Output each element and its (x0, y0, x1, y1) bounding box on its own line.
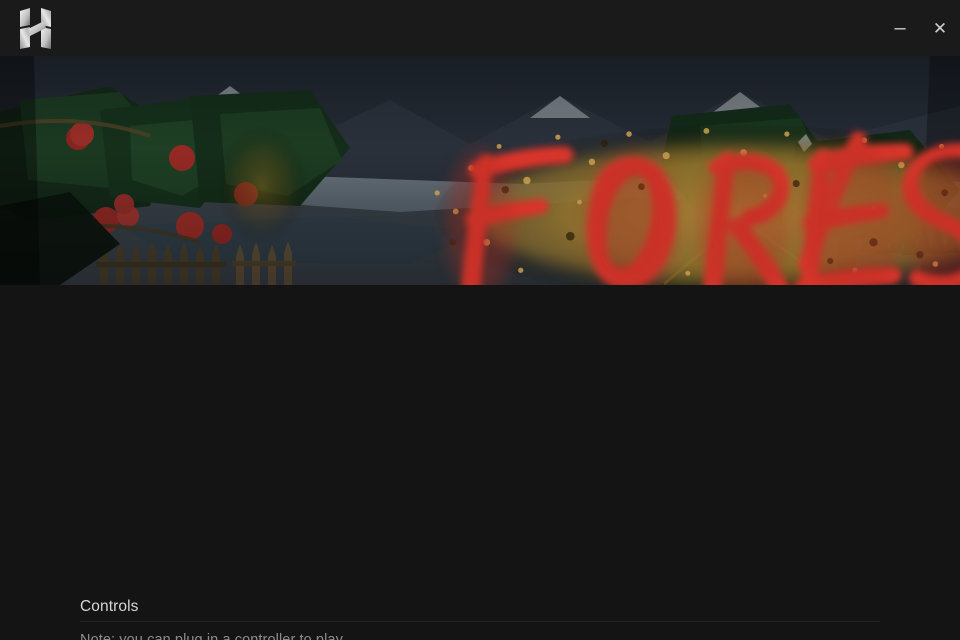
section-header-controls: Controls (80, 598, 139, 615)
controller-note: Note: you can plug in a controller to pl… (80, 632, 343, 640)
title-bar: – ✕ (0, 0, 960, 56)
forest-h-logo-icon (14, 5, 58, 51)
game-title-artwork (262, 100, 960, 285)
hero-banner (0, 56, 960, 285)
controls-divider (80, 621, 880, 622)
game-launcher-window: – ✕ Controls Note: you can plug in a con… (0, 0, 960, 640)
window-controls: – ✕ (880, 0, 960, 56)
minimize-button[interactable]: – (880, 8, 920, 48)
close-button[interactable]: ✕ (920, 8, 960, 48)
settings-panel: Controls Note: you can plug in a control… (0, 285, 960, 640)
